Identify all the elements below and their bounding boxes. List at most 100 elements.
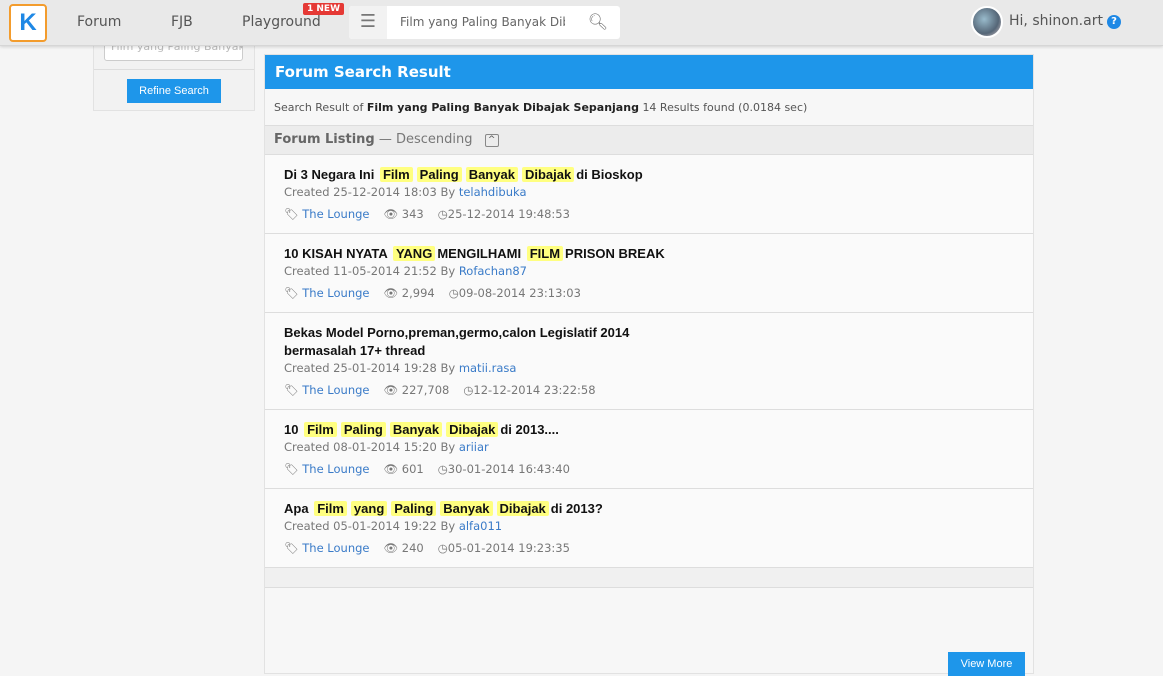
last-post-time: 25-12-2014 19:48:53 (447, 207, 570, 221)
thread-title[interactable]: 10 KISAH NYATA YANG MENGILHAMI FILM PRISON… (284, 245, 704, 263)
view-count: 601 (401, 462, 424, 476)
eye-icon: 👁︎ (383, 286, 399, 300)
last-post-time: 09-08-2014 23:13:03 (458, 286, 581, 300)
author-link[interactable]: ariiar (459, 440, 489, 454)
title-text: Bekas Model Porno,preman,germo,calon Leg… (284, 325, 630, 358)
results-list: Di 3 Negara Ini Film Paling Banyak Dibajak d… (265, 155, 1033, 588)
forum-link[interactable]: The Lounge (302, 462, 369, 476)
view-count: 343 (401, 207, 424, 221)
thread-meta: Created 11-05-2014 21:52 By Rofachan87 (284, 264, 1014, 278)
thread-meta: Created 08-01-2014 15:20 By ariiar (284, 440, 1014, 454)
highlight-term: Banyak (440, 501, 493, 516)
clock-icon: ◷ (437, 462, 448, 476)
highlight-term: YANG (392, 246, 436, 261)
nav-forum[interactable]: Forum (77, 14, 121, 30)
author-link[interactable]: alfa011 (459, 519, 502, 533)
thread-meta: Created 25-01-2014 19:28 By matii.rasa (284, 361, 1014, 375)
divider (94, 69, 254, 70)
last-post-time: 05-01-2014 19:23:35 (447, 541, 570, 555)
nav-playground[interactable]: Playground (242, 14, 321, 30)
nav-fjb[interactable]: FJB (171, 14, 193, 30)
summary-query: Film yang Paling Banyak Dibajak Sepanjan… (366, 101, 639, 114)
author-link[interactable]: Rofachan87 (459, 264, 527, 278)
highlight-term: Dibajak (496, 501, 549, 516)
list-item: 10 KISAH NYATA YANG MENGILHAMI FILM PRISON… (265, 234, 1033, 313)
highlight-term: Banyak (465, 167, 518, 182)
clock-icon: ◷ (437, 541, 448, 555)
created-date: Created 25-01-2014 19:28 By (284, 361, 456, 375)
highlight-term: Banyak (389, 422, 443, 437)
user-menu[interactable]: Hi, shinon.art? (1009, 13, 1121, 29)
highlight-term: Paling (391, 501, 437, 516)
created-date: Created 05-01-2014 19:22 By (284, 519, 456, 533)
highlight-term: Paling (416, 167, 462, 182)
search-summary: Search Result of Film yang Paling Banyak… (265, 89, 1033, 126)
thread-title[interactable]: Di 3 Negara Ini Film Paling Banyak Dibajak d… (284, 166, 704, 184)
title-text: 10 (284, 422, 299, 437)
title-text: Apa (284, 501, 309, 516)
summary-count: 14 Results found (0.0184 sec) (642, 101, 808, 114)
title-text: 10 KISAH NYATA (284, 246, 388, 261)
title-text: PRISON BREAK (565, 246, 665, 261)
summary-prefix: Search Result of (274, 101, 364, 114)
search-icon[interactable]: 🔍︎ (588, 12, 608, 31)
thread-title[interactable]: 10 Film Paling Banyak Dibajak di 2013.... (284, 421, 704, 439)
hamburger-menu-icon[interactable]: ☰ (349, 6, 387, 39)
view-count: 240 (401, 541, 424, 555)
last-post-time: 12-12-2014 23:22:58 (473, 383, 596, 397)
thread-stats: 🏷︎ The Lounge 👁︎ 343 ◷25-12-2014 19:48:5… (284, 207, 1014, 221)
title-text: di 2013? (550, 501, 603, 516)
thread-meta: Created 25-12-2014 18:03 By telahdibuka (284, 185, 1014, 199)
forum-link[interactable]: The Lounge (302, 541, 369, 555)
listing-order: — Descending (378, 132, 473, 147)
search-bar: ☰ Film yang Paling Banyak Dibajak Sepanj… (349, 6, 620, 39)
top-navbar: K Forum FJB Playground 1 NEW ☰ Film yang… (0, 0, 1163, 46)
list-item: Bekas Model Porno,preman,germo,calon Leg… (265, 313, 1033, 410)
highlight-term: Film (304, 422, 337, 437)
author-link[interactable]: telahdibuka (459, 185, 527, 199)
view-count: 2,994 (401, 286, 435, 300)
listing-header: Forum Listing — Descending ^ (265, 126, 1033, 155)
listing-label: Forum Listing (274, 132, 375, 147)
highlight-term: Film (314, 501, 347, 516)
view-more-button[interactable]: View More (948, 652, 1025, 676)
kaskus-logo[interactable]: K (9, 4, 47, 42)
eye-icon: 👁︎ (383, 541, 399, 555)
created-date: Created 08-01-2014 15:20 By (284, 440, 456, 454)
eye-icon: 👁︎ (383, 462, 399, 476)
new-badge: 1 NEW (303, 3, 345, 15)
list-item: 10 Film Paling Banyak Dibajak di 2013.... Cr… (265, 410, 1033, 489)
title-text: di Bioskop (576, 167, 643, 182)
thread-title[interactable]: Bekas Model Porno,preman,germo,calon Leg… (284, 324, 704, 360)
tag-icon: 🏷︎ (284, 541, 299, 555)
thread-title[interactable]: Apa Film yang Paling Banyak Dibajak di 2013? (284, 500, 704, 518)
list-item: Di 3 Negara Ini Film Paling Banyak Dibajak d… (265, 155, 1033, 234)
last-post-time: 30-01-2014 16:43:40 (447, 462, 570, 476)
search-results-panel: Forum Search Result Search Result of Fil… (264, 54, 1034, 676)
chevron-up-icon[interactable]: ^ (484, 134, 499, 147)
tag-icon: 🏷︎ (284, 286, 299, 300)
forum-link[interactable]: The Lounge (302, 383, 369, 397)
highlight-term: FILM (526, 246, 564, 261)
eye-icon: 👁︎ (383, 207, 399, 221)
refine-search-button[interactable]: Refine Search (127, 79, 221, 103)
eye-icon: 👁︎ (383, 383, 399, 397)
thread-stats: 🏷︎ The Lounge 👁︎ 2,994 ◷09-08-2014 23:13… (284, 286, 1014, 300)
clock-icon: ◷ (448, 286, 459, 300)
forum-link[interactable]: The Lounge (302, 207, 369, 221)
thread-meta: Created 05-01-2014 19:22 By alfa011 (284, 519, 1014, 533)
forum-link[interactable]: The Lounge (302, 286, 369, 300)
created-date: Created 11-05-2014 21:52 By (284, 264, 456, 278)
tag-icon: 🏷︎ (284, 383, 299, 397)
title-text: di 2013.... (500, 422, 559, 437)
clock-icon: ◷ (437, 207, 448, 221)
author-link[interactable]: matii.rasa (459, 361, 517, 375)
help-icon[interactable]: ? (1106, 15, 1121, 29)
title-text: Di 3 Negara Ini (284, 167, 375, 182)
list-item: Apa Film yang Paling Banyak Dibajak di 2013? … (265, 489, 1033, 568)
search-input[interactable]: Film yang Paling Banyak Dibajak Sepanjan… (400, 15, 565, 29)
list-footer (265, 568, 1033, 588)
page-title: Forum Search Result (265, 55, 1033, 89)
thread-stats: 🏷︎ The Lounge 👁︎ 240 ◷05-01-2014 19:23:3… (284, 541, 1014, 555)
avatar[interactable] (971, 6, 1003, 38)
